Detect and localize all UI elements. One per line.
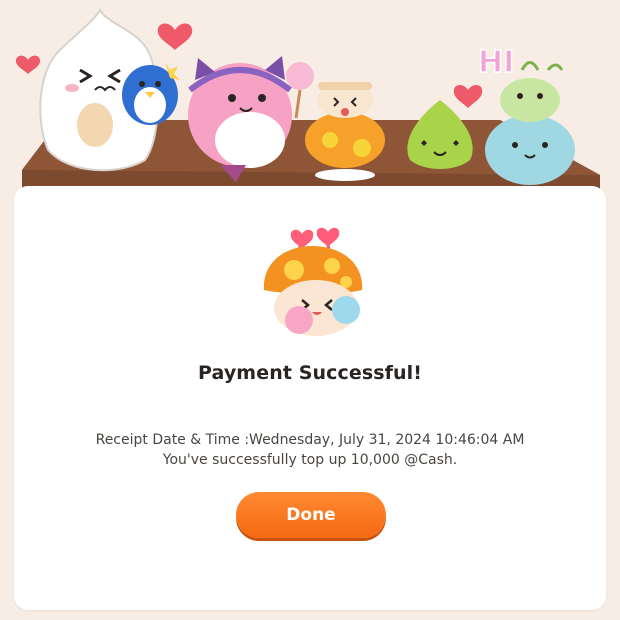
page-title: Payment Successful! — [197, 362, 423, 384]
blue-slime-mascot — [485, 115, 575, 185]
receipt-date-time: Receipt Date & Time :Wednesday, July 31,… — [95, 432, 525, 448]
slime-mascot — [407, 100, 473, 169]
hero-illustration: HI — [0, 0, 620, 200]
receipt-info: Receipt Date & Time :Wednesday, July 31,… — [14, 430, 606, 470]
orange-mushroom-mascot — [244, 220, 384, 340]
speech-text: HI — [478, 45, 514, 80]
done-button[interactable]: Done — [236, 492, 386, 538]
heart-icon — [15, 55, 41, 74]
payment-success-card: Payment Successful! Receipt Date & Time … — [14, 186, 606, 610]
topup-message: You've successfully top up 10,000 @Cash. — [162, 452, 458, 468]
heart-icon — [453, 84, 483, 108]
heart-icon — [157, 23, 193, 50]
